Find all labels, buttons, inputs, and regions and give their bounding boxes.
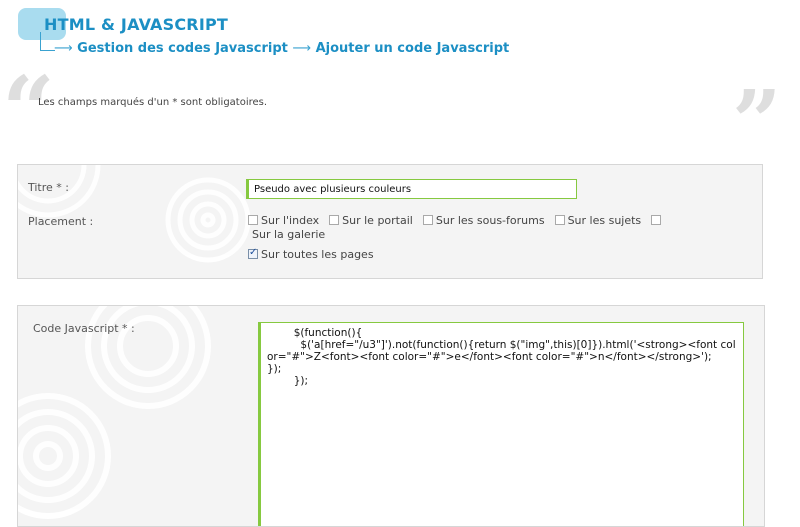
code-line: }); [267, 363, 282, 375]
checkbox-index[interactable] [248, 215, 258, 225]
breadcrumb-connector [40, 32, 55, 51]
title-label: Titre * : [28, 181, 69, 194]
form-panel-code: Code Javascript * : $(function(){ $('a[h… [17, 305, 765, 527]
code-line: $(function(){ [267, 327, 363, 339]
placement-option-index[interactable]: Sur l'index [248, 214, 319, 228]
breadcrumb-arrow-icon: ⟶ [54, 41, 73, 56]
page-title: HTML & JAVASCRIPT [44, 15, 229, 34]
title-input[interactable] [246, 179, 577, 199]
checkbox-sous-forums[interactable] [422, 215, 433, 225]
open-quote-icon: “ [2, 56, 55, 164]
code-label: Code Javascript * : [33, 322, 135, 335]
placement-option-sous-forums[interactable]: Sur les sous-forums [422, 214, 545, 228]
checkbox-toutes-pages[interactable] [248, 247, 258, 259]
placement-option-toutes[interactable]: Sur toutes les pages [248, 247, 374, 261]
checkbox-galerie[interactable] [651, 215, 662, 225]
form-panel-title-placement: Titre * : Placement : Sur l'index Sur le … [17, 164, 763, 279]
swirl-decoration-icon [165, 177, 251, 263]
breadcrumb-arrow-icon: ⟶ [292, 41, 312, 56]
code-line: }); [267, 375, 309, 387]
placement-option-galerie-label[interactable]: Sur la galerie [252, 228, 718, 242]
placement-option-galerie-checkbox[interactable] [651, 214, 664, 228]
code-line: $('a[href="/u3"]').not(function(){return… [267, 339, 736, 363]
placement-label: Placement : [28, 215, 94, 228]
placement-options: Sur l'index Sur le portail Sur les sous-fo… [248, 214, 728, 242]
swirl-decoration-icon [18, 306, 211, 519]
code-textarea[interactable]: $(function(){ $('a[href="/u3"]').not(fun… [258, 322, 744, 526]
breadcrumb-current: Ajouter un code Javascript [315, 41, 510, 56]
placement-option-portail[interactable]: Sur le portail [329, 214, 413, 228]
checkbox-portail[interactable] [329, 215, 340, 225]
breadcrumb: ⟶ Gestion des codes Javascript ⟶ Ajouter… [54, 41, 509, 56]
breadcrumb-link-gestion[interactable]: Gestion des codes Javascript [77, 41, 288, 56]
close-quote-icon: ” [732, 72, 782, 173]
placement-option-sujets[interactable]: Sur les sujets [554, 214, 641, 228]
required-fields-note: Les champs marqués d'un * sont obligatoi… [38, 97, 268, 108]
checkbox-sujets[interactable] [554, 215, 565, 225]
